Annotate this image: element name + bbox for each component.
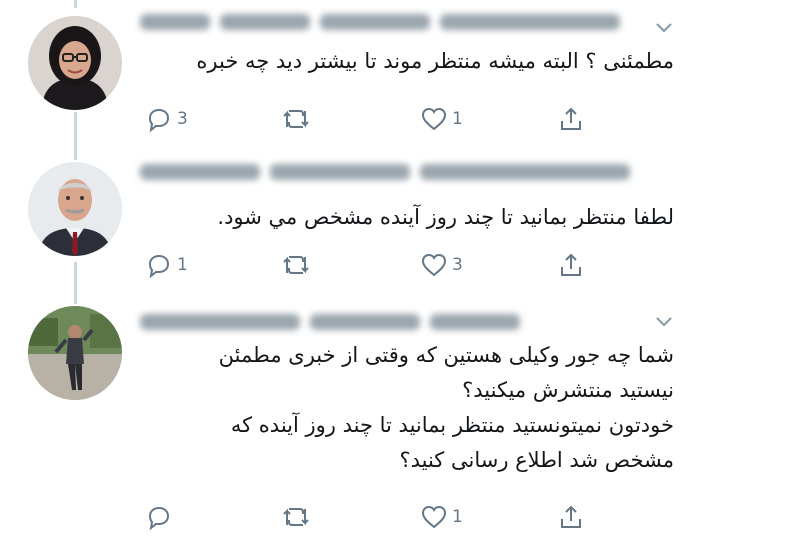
chevron-down-icon[interactable] (654, 314, 674, 328)
reply-button[interactable] (145, 502, 177, 532)
retweet-button[interactable] (280, 250, 316, 280)
retweet-button[interactable] (280, 104, 316, 134)
reply-icon (148, 506, 170, 531)
like-button[interactable]: 1 (420, 104, 463, 134)
reply-count: 1 (177, 255, 188, 275)
heart-icon (421, 253, 447, 277)
tweet-text-line: مطمئنی ؟ البته میشه منتظر موند تا بیشتر … (196, 49, 674, 73)
reply-button[interactable]: 1 (145, 250, 188, 280)
share-button[interactable] (557, 250, 585, 280)
reply-button[interactable]: 3 (145, 104, 188, 134)
retweet-icon (283, 508, 309, 526)
like-count: 3 (452, 255, 463, 275)
tweet-actions: 3 1 (145, 104, 605, 134)
heart-icon (421, 505, 447, 529)
avatar[interactable] (28, 16, 122, 110)
reply-icon (148, 108, 170, 133)
tweet-text: شما چه جور وکیلی هستین که وقتی از خبری م… (154, 338, 674, 478)
tweet-text-line: لطفا منتظر بمانید تا چند روز آینده مشخص … (217, 205, 674, 229)
tweet-text-line: نیستید منتشرش میکنید؟ (462, 378, 674, 402)
like-button[interactable]: 1 (420, 502, 463, 532)
reply-count: 3 (177, 109, 188, 129)
tweet-text: لطفا منتظر بمانید تا چند روز آینده مشخص … (154, 200, 674, 235)
tweet-actions: 1 3 (145, 250, 605, 280)
share-icon (561, 107, 581, 130)
chevron-down-icon[interactable] (654, 20, 674, 34)
tweet-text: مطمئنی ؟ البته میشه منتظر موند تا بیشتر … (154, 44, 674, 79)
tweet[interactable]: لطفا منتظر بمانید تا چند روز آینده مشخص … (0, 150, 800, 300)
reply-icon (148, 254, 170, 279)
retweet-button[interactable] (280, 502, 316, 532)
share-icon (561, 505, 581, 528)
like-button[interactable]: 3 (420, 250, 463, 280)
author-header-blurred (140, 14, 620, 30)
retweet-icon (283, 256, 309, 274)
heart-icon (421, 107, 447, 131)
tweet[interactable]: شما چه جور وکیلی هستین که وقتی از خبری م… (0, 300, 800, 550)
tweet-text-line: خودتون نمیتونستید منتظر بمانید تا چند رو… (230, 413, 674, 437)
author-header-blurred (140, 164, 630, 180)
share-button[interactable] (557, 502, 585, 532)
like-count: 1 (452, 507, 463, 527)
tweet-actions: 1 (145, 502, 605, 532)
author-header-blurred (140, 314, 520, 330)
like-count: 1 (452, 109, 463, 129)
avatar[interactable] (28, 162, 122, 256)
tweet[interactable]: مطمئنی ؟ البته میشه منتظر موند تا بیشتر … (0, 0, 800, 150)
tweet-text-line: مشخص شد اطلاع رسانی کنید؟ (399, 448, 674, 472)
avatar[interactable] (28, 306, 122, 400)
tweet-text-line: شما چه جور وکیلی هستین که وقتی از خبری م… (218, 343, 674, 367)
share-button[interactable] (557, 104, 585, 134)
share-icon (561, 253, 581, 276)
retweet-icon (283, 110, 309, 128)
